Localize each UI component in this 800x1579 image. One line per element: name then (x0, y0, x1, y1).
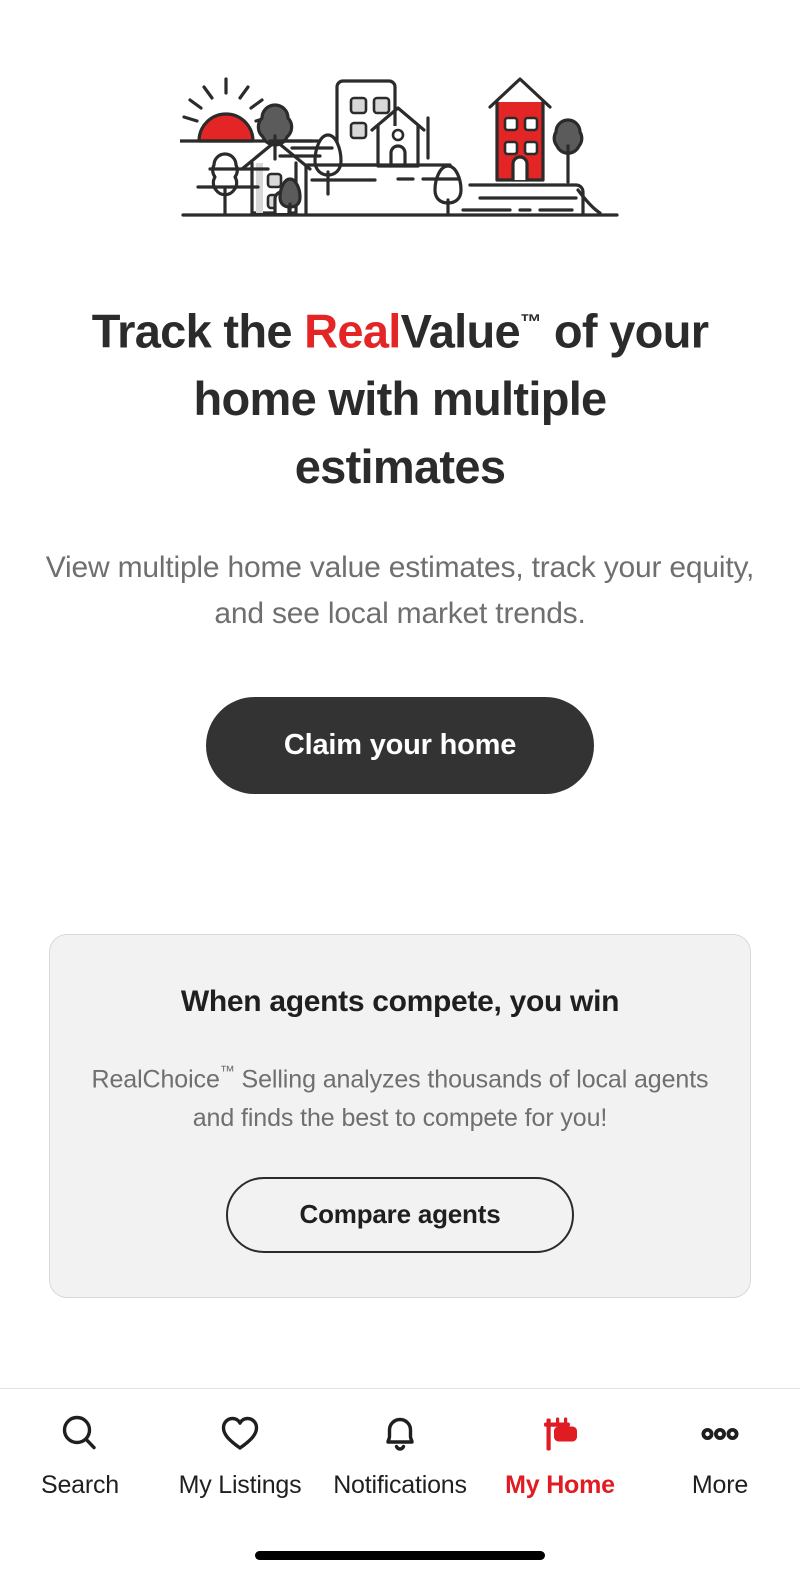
tab-label-search: Search (40, 1471, 119, 1499)
headline-part-1: Track the (91, 304, 305, 358)
primary-cta-container: Claim your home (0, 697, 800, 795)
bell-icon (378, 1411, 422, 1457)
headline-accent-real: Real (304, 304, 401, 358)
agents-card-description: RealChoice™ Selling analyzes thousands o… (88, 1053, 712, 1136)
tab-my-home[interactable]: My Home (480, 1411, 640, 1500)
tab-search[interactable]: Search (0, 1411, 160, 1500)
compare-agents-button[interactable]: Compare agents (226, 1176, 574, 1253)
tab-label-my-home: My Home (505, 1471, 615, 1499)
trademark-symbol: ™ (219, 1063, 235, 1081)
neighborhood-skyline-illustration (180, 77, 619, 217)
tab-label-my-listings: My Listings (178, 1471, 302, 1499)
agents-card-title: When agents compete, you win (180, 985, 620, 1019)
tab-my-listings[interactable]: My Listings (160, 1411, 320, 1500)
agents-card-body-text: Selling analyzes thousands of local agen… (192, 1065, 709, 1132)
search-icon (58, 1411, 102, 1457)
page-subtitle: View multiple home value estimates, trac… (45, 551, 755, 631)
hero-illustration-container (0, 0, 800, 232)
three-dots-icon (698, 1411, 742, 1457)
yard-sign-icon (538, 1411, 582, 1457)
tab-more[interactable]: More (640, 1411, 800, 1500)
agents-card-cta-container: Compare agents (88, 1176, 712, 1253)
agents-card-brand: RealChoice (91, 1065, 220, 1094)
headline-part-2: Value (400, 304, 521, 358)
home-indicator (255, 1551, 545, 1560)
heart-icon (218, 1411, 262, 1457)
tab-label-more: More (691, 1471, 749, 1499)
agents-compete-card: When agents compete, you win RealChoice™… (49, 934, 751, 1298)
app-screen: Track the RealValue™ of your home with m… (0, 0, 800, 1579)
claim-your-home-button[interactable]: Claim your home (206, 697, 594, 795)
tab-notifications[interactable]: Notifications (320, 1411, 480, 1500)
tab-label-notifications: Notifications (333, 1471, 467, 1499)
scroll-content: Track the RealValue™ of your home with m… (0, 0, 800, 1388)
trademark-symbol: ™ (519, 309, 542, 334)
page-title: Track the RealValue™ of your home with m… (85, 288, 715, 501)
